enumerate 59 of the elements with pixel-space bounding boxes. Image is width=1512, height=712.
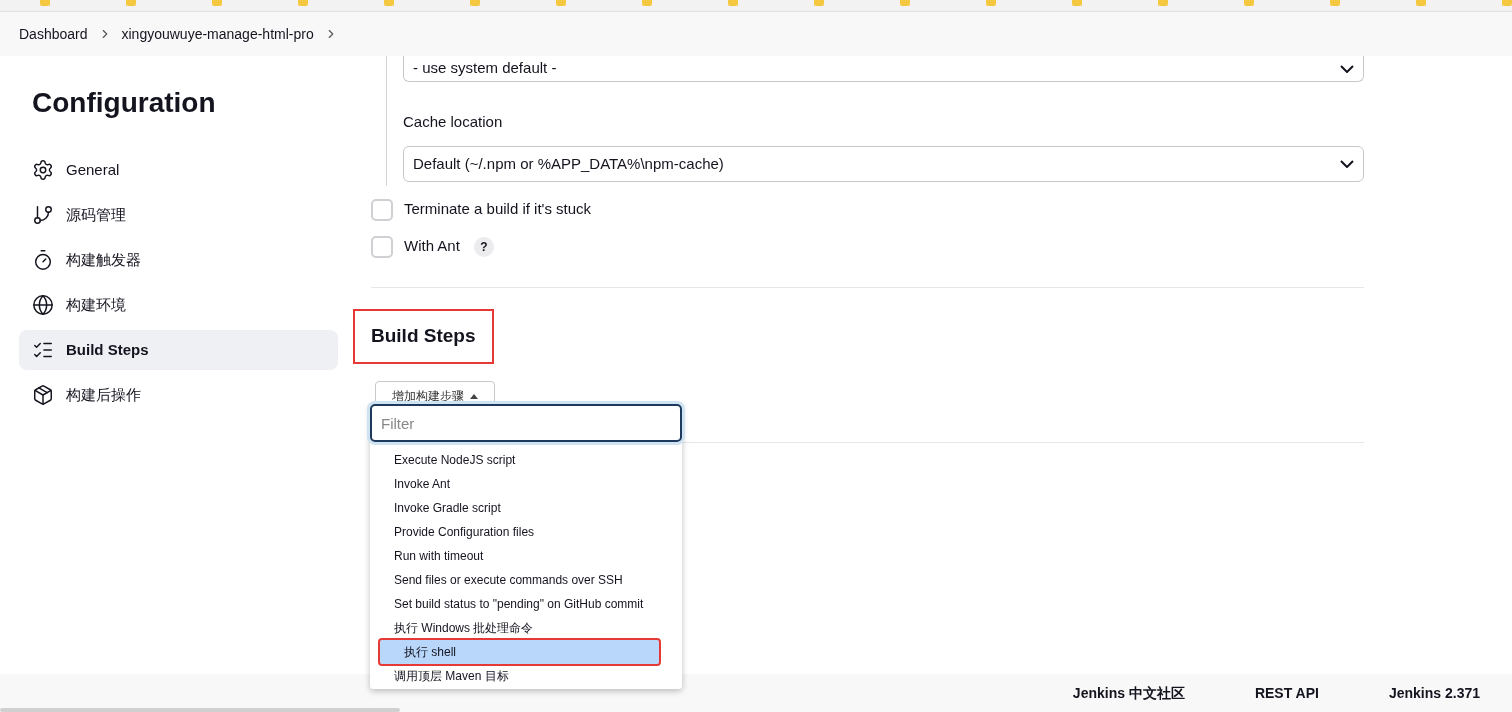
menu-item[interactable]: Set build status to "pending" on GitHub commit	[370, 592, 682, 616]
scrollbar[interactable]	[0, 708, 400, 712]
checkbox[interactable]	[371, 235, 393, 258]
menu-item[interactable]: Execute NodeJS script	[370, 448, 682, 472]
page-title: Configuration	[31, 86, 217, 120]
folder-icon[interactable]	[986, 0, 996, 6]
menu-item[interactable]: Send files or execute commands over SSH	[370, 568, 682, 592]
field-label: Cache location	[403, 113, 504, 131]
sidebar-item[interactable]: 源码管理	[19, 195, 338, 235]
footer-link[interactable]: Jenkins 中文社区	[1072, 682, 1185, 704]
filter-field[interactable]: Filter	[370, 404, 682, 442]
caret-icon	[470, 393, 478, 399]
settings-icon	[32, 159, 54, 181]
footer-link[interactable]: REST API	[1254, 682, 1319, 704]
folder-icon[interactable]	[384, 0, 394, 6]
menu-item[interactable]: 执行 shell	[380, 640, 659, 664]
menu-item[interactable]: Invoke Ant	[370, 472, 682, 496]
branch-icon	[32, 204, 54, 226]
folder-icon[interactable]	[1072, 0, 1082, 6]
checkbox-label: Terminate a build if it's stuck	[404, 199, 592, 220]
folder-icon[interactable]	[1502, 0, 1512, 6]
help-button[interactable]: ?	[473, 236, 494, 257]
menu-item[interactable]: Provide Configuration files	[370, 520, 682, 544]
section-heading: Build Steps	[353, 309, 494, 364]
timer-icon	[32, 249, 54, 271]
sidebar-item[interactable]: Build Steps	[19, 330, 338, 370]
folder-icon[interactable]	[212, 0, 222, 6]
folder-icon[interactable]	[1416, 0, 1426, 6]
folder-icon[interactable]	[1244, 0, 1254, 6]
folder-icon[interactable]	[1158, 0, 1168, 6]
chevron-icon	[1340, 160, 1354, 168]
sidebar-item[interactable]: 构建环境	[19, 285, 338, 325]
select-field[interactable]: - use system default -	[403, 56, 1364, 82]
folder-icon[interactable]	[642, 0, 652, 6]
menu-item[interactable]: Run with timeout	[370, 544, 682, 568]
folder-icon[interactable]	[814, 0, 824, 6]
folder-icon[interactable]	[40, 0, 50, 6]
menu-item[interactable]: 执行 Windows 批处理命令	[370, 616, 682, 640]
folder-icon[interactable]	[1330, 0, 1340, 6]
menu-item[interactable]: 调用顶层 Maven 目标	[370, 664, 682, 688]
folder-icon[interactable]	[470, 0, 480, 6]
folder-icon[interactable]	[728, 0, 738, 6]
folder-icon[interactable]	[556, 0, 566, 6]
folder-icon[interactable]	[126, 0, 136, 6]
footer-link[interactable]: Jenkins 2.371	[1388, 682, 1480, 704]
sidebar-item[interactable]: General	[19, 150, 338, 190]
breadcrumb-link[interactable]: Dashboard	[19, 23, 88, 45]
globe-icon	[32, 294, 54, 316]
folder-icon[interactable]	[298, 0, 308, 6]
sidebar-item[interactable]: 构建后操作	[19, 375, 338, 415]
checkbox[interactable]	[371, 198, 393, 221]
breadcrumb-link[interactable]: xingyouwuye-manage-html-pro	[121, 23, 314, 45]
folder-icon[interactable]	[900, 0, 910, 6]
package-icon	[32, 384, 54, 406]
chevron-icon	[1340, 64, 1354, 73]
sidebar-item[interactable]: 构建触发器	[19, 240, 338, 280]
select-field[interactable]: Default (~/.npm or %APP_DATA%\npm-cache)	[403, 146, 1364, 182]
menu-item[interactable]: Invoke Gradle script	[370, 496, 682, 520]
checkbox-label: With Ant	[404, 236, 460, 257]
